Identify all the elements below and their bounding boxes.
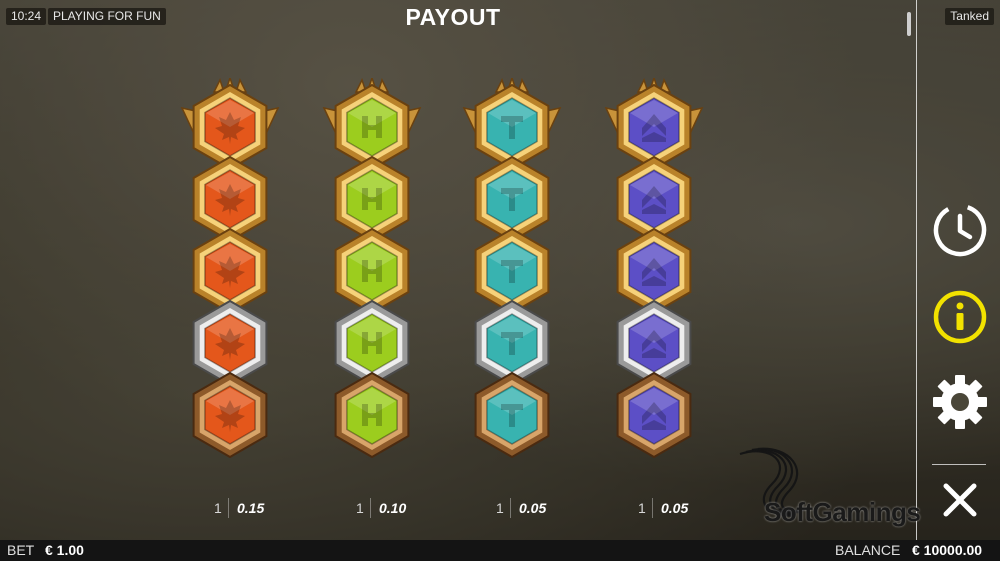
page-title: PAYOUT — [405, 4, 501, 30]
symbol-badge — [474, 372, 550, 458]
close-icon — [943, 483, 977, 517]
balance-label: BALANCE — [835, 542, 901, 558]
close-button[interactable] — [930, 470, 990, 530]
game-name-label: Tanked — [945, 8, 994, 25]
payout-value: 0.10 — [379, 500, 407, 516]
divider — [652, 498, 653, 518]
payout-row: 1 0.15 — [180, 497, 290, 519]
payout-value: 0.05 — [519, 500, 547, 516]
history-button[interactable] — [930, 200, 990, 260]
payout-row: 1 0.10 — [322, 497, 432, 519]
divider — [228, 498, 229, 518]
symbol-column — [462, 78, 562, 478]
payout-value: 0.05 — [661, 500, 689, 516]
clock-icon — [933, 203, 987, 257]
bet-label: BET — [7, 542, 35, 558]
scrollbar[interactable] — [907, 12, 911, 36]
payout-row: 1 0.05 — [462, 497, 572, 519]
balance-value: € 10000.00 — [912, 542, 983, 558]
symbol-count: 1 — [214, 500, 222, 516]
symbol-column — [322, 78, 422, 478]
payout-row: 1 0.05 — [604, 497, 714, 519]
watermark-text: SoftGamings — [764, 497, 921, 527]
settings-button[interactable] — [930, 372, 990, 432]
symbol-count: 1 — [638, 500, 646, 516]
symbol-badge — [616, 372, 692, 458]
symbol-column — [180, 78, 280, 478]
gear-icon — [933, 375, 987, 429]
symbol-column — [604, 78, 704, 478]
symbol-badge — [334, 372, 410, 458]
symbol-count: 1 — [496, 500, 504, 516]
status-bar: BET € 1.00 BALANCE € 10000.00 — [0, 540, 1000, 561]
symbol-badge — [192, 372, 268, 458]
menu-divider — [932, 464, 986, 465]
info-button[interactable] — [930, 287, 990, 347]
bet-value: € 1.00 — [45, 542, 84, 558]
payout-value: 0.15 — [237, 500, 265, 516]
info-icon — [933, 290, 987, 344]
divider — [510, 498, 511, 518]
symbol-count: 1 — [356, 500, 364, 516]
divider — [370, 498, 371, 518]
